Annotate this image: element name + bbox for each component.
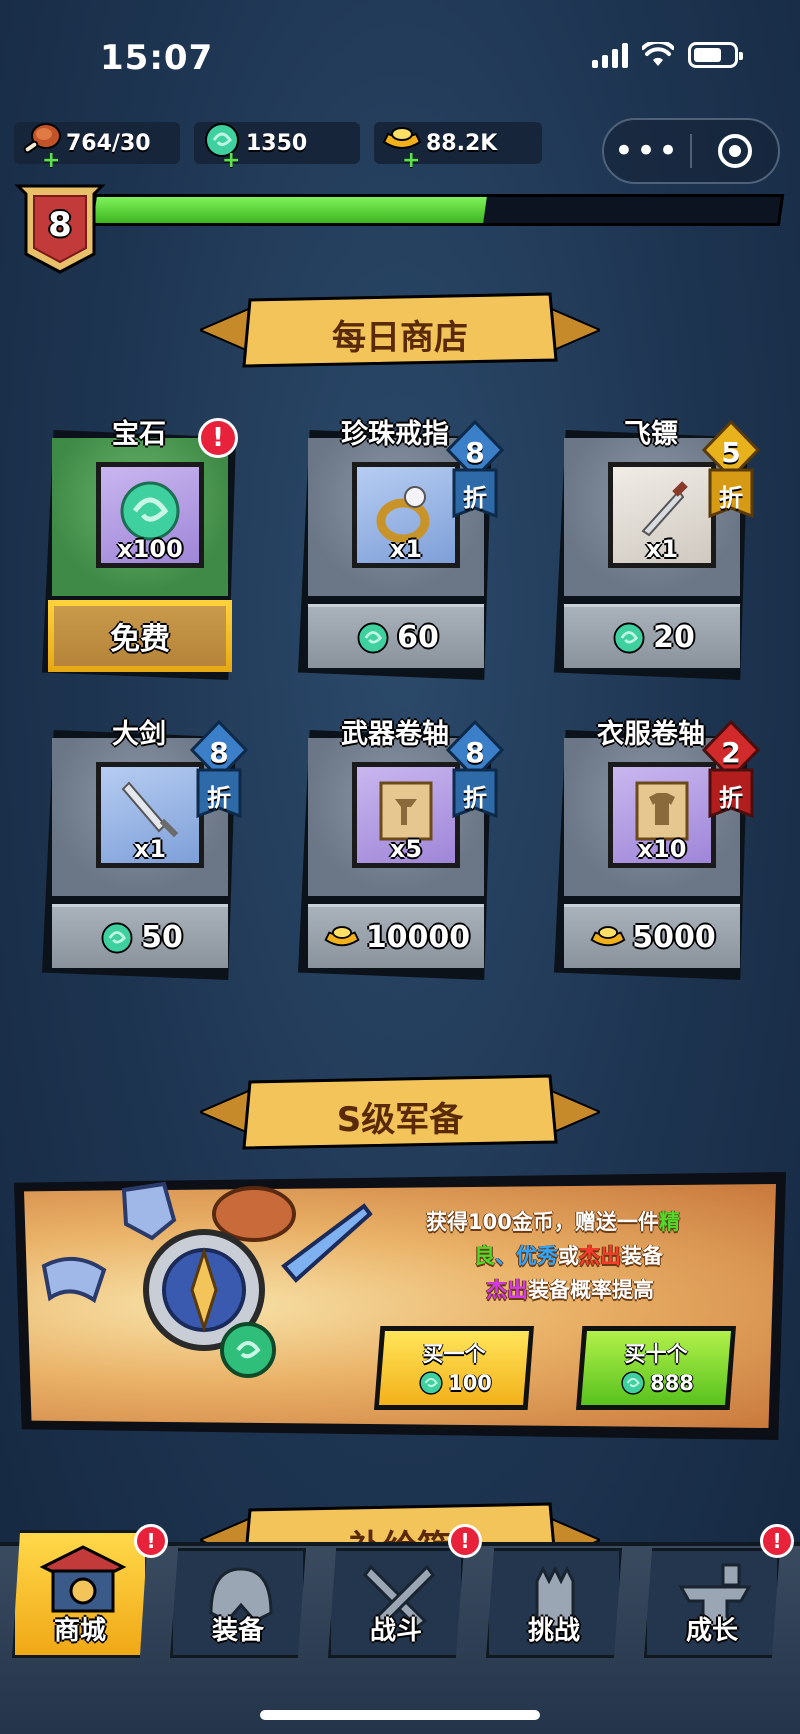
- gold-value: 88.2K: [426, 130, 498, 156]
- item-qty: x1: [389, 535, 423, 563]
- home-indicator[interactable]: [260, 1710, 540, 1720]
- shop-card-weapon-scroll[interactable]: 武器卷轴 x5 10000 8 折: [290, 712, 504, 982]
- item-qty: x10: [637, 835, 687, 863]
- add-stamina-icon[interactable]: +: [42, 148, 60, 173]
- player-level: 8: [48, 205, 72, 245]
- tab-battle-alert: !: [448, 1524, 482, 1558]
- item-qty: x100: [117, 535, 183, 563]
- discount-badge: 8 折: [446, 720, 504, 822]
- wifi-icon: [642, 42, 674, 66]
- buy-one-button[interactable]: 买一个 100: [374, 1326, 534, 1410]
- xp-bar: [89, 194, 785, 226]
- item-qty: x5: [389, 835, 423, 863]
- tab-growth-alert: !: [760, 1524, 794, 1558]
- gem-icon: [621, 1371, 645, 1395]
- gem-icon: [101, 922, 133, 953]
- s-gear-desc-line3: 杰出装备概率提高: [486, 1278, 654, 1302]
- gem-icon: [613, 622, 645, 653]
- item-slot: x1: [352, 462, 460, 568]
- alert-badge: !: [198, 418, 238, 458]
- item-qty: x1: [645, 535, 679, 563]
- add-gold-icon[interactable]: +: [402, 148, 420, 173]
- buy-one-price: 100: [448, 1371, 492, 1395]
- buy-ten-button[interactable]: 买十个 888: [576, 1326, 736, 1410]
- gear-bundle-illustration: [41, 1181, 373, 1378]
- gem-counter[interactable]: + 1350: [194, 122, 360, 173]
- price-value: 20: [653, 620, 695, 655]
- more-icon[interactable]: •••: [604, 134, 690, 168]
- shop-icon: [39, 1545, 127, 1613]
- free-button[interactable]: 免费: [48, 600, 232, 672]
- shop-card-armor-scroll[interactable]: 衣服卷轴 x10 5000 2 折: [546, 712, 760, 982]
- shop-card-dart[interactable]: 飞镖 x1 20 5 折: [546, 412, 760, 682]
- discount-badge: 8 折: [446, 420, 504, 522]
- gem-icon: [357, 622, 389, 653]
- discount-badge: 5 折: [702, 420, 760, 522]
- gem-value: 1350: [246, 130, 308, 156]
- xp-bar-fill: [93, 197, 487, 223]
- add-gem-icon[interactable]: +: [222, 148, 240, 173]
- price-value: 50: [141, 920, 183, 955]
- close-miniprogram-icon[interactable]: [692, 134, 778, 168]
- gold-counter[interactable]: + 88.2K: [374, 122, 542, 173]
- price-button[interactable]: 5000: [564, 904, 740, 968]
- buy-one-label: 买一个: [422, 1342, 486, 1366]
- status-icons: [592, 42, 743, 68]
- s-gear-desc-line1: 获得100金币，赠送一件精: [426, 1210, 680, 1234]
- discount-badge: 8 折: [190, 720, 248, 822]
- item-slot: x5: [352, 762, 460, 868]
- tab-shop-label: 商城: [53, 1616, 106, 1646]
- price-value: 5000: [632, 920, 716, 955]
- tab-challenge-label: 挑战: [527, 1616, 580, 1646]
- tab-battle-label: 战斗: [369, 1616, 422, 1646]
- price-button[interactable]: 50: [52, 904, 228, 968]
- item-qty: x1: [133, 835, 167, 863]
- s-gear-desc-line2: 良、优秀或杰出装备: [474, 1244, 663, 1268]
- price-button[interactable]: 60: [308, 604, 484, 668]
- item-slot: x1: [608, 462, 716, 568]
- gem-icon: [419, 1371, 443, 1395]
- gold-ingot-icon: [324, 925, 360, 946]
- tab-growth-label: 成长: [685, 1616, 738, 1646]
- gold-ingot-icon: [590, 925, 626, 946]
- shop-card-greatsword[interactable]: 大剑 x1 50 8 折: [34, 712, 248, 982]
- item-slot: x1: [96, 762, 204, 868]
- daily-shop-title: 每日商店: [332, 318, 468, 358]
- item-slot: x100: [96, 462, 204, 568]
- tab-challenge[interactable]: 挑战: [486, 1548, 622, 1658]
- tab-battle[interactable]: 战斗: [328, 1548, 464, 1658]
- s-gear-title: S级军备: [336, 1100, 464, 1140]
- tab-growth[interactable]: 成长: [644, 1548, 780, 1658]
- free-label: 免费: [54, 606, 226, 666]
- buy-ten-label: 买十个: [624, 1342, 688, 1366]
- price-button[interactable]: 20: [564, 604, 740, 668]
- tab-shop-alert: !: [134, 1524, 168, 1558]
- tab-equipment-label: 装备: [211, 1616, 264, 1646]
- price-button[interactable]: 10000: [308, 904, 484, 968]
- signal-icon: [592, 42, 628, 68]
- discount-badge: 2 折: [702, 720, 760, 822]
- status-time: 15:07: [100, 38, 214, 78]
- price-value: 10000: [365, 920, 471, 955]
- battery-icon: [688, 42, 743, 68]
- item-slot: x10: [608, 762, 716, 868]
- tab-shop[interactable]: 商城: [12, 1530, 148, 1658]
- miniprogram-capsule: •••: [602, 118, 780, 184]
- price-value: 60: [397, 620, 439, 655]
- tab-equipment[interactable]: 装备: [170, 1548, 306, 1658]
- stamina-value: 764/30: [66, 130, 151, 156]
- shop-card-pearl-ring[interactable]: 珍珠戒指 x1 60 8 折: [290, 412, 504, 682]
- shop-card-gem[interactable]: 宝石 x100 免费 !: [34, 412, 244, 682]
- stamina-counter[interactable]: + 764/30: [14, 122, 180, 173]
- buy-ten-price: 888: [650, 1371, 694, 1395]
